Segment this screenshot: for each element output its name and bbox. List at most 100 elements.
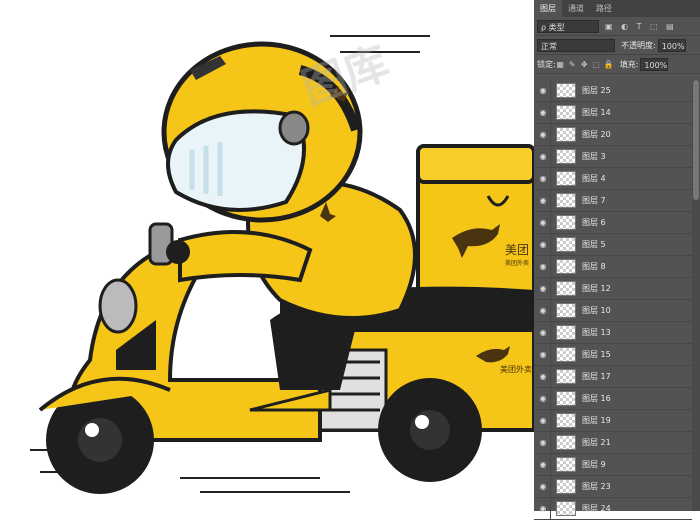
divider: [550, 453, 551, 476]
scrollbar-thumb[interactable]: [693, 80, 699, 200]
layer-row[interactable]: ◉ 图层 14: [534, 101, 692, 124]
visibility-eye-icon[interactable]: ◉: [536, 350, 550, 359]
lock-position-icon[interactable]: ✥: [580, 60, 589, 69]
visibility-eye-icon[interactable]: ◉: [536, 262, 550, 271]
layer-thumbnail: [556, 105, 576, 120]
layer-thumbnail: [556, 501, 576, 516]
layer-name: 图层 10: [582, 306, 611, 315]
filter-icons[interactable]: ▣ ◐ T ⬚ ▤: [605, 22, 677, 31]
tab-paths[interactable]: 路径: [590, 0, 618, 17]
visibility-eye-icon[interactable]: ◉: [536, 284, 550, 293]
lock-row: 锁定: ▦ ✎ ✥ ⬚ 🔒 填充: 100%: [534, 55, 700, 74]
layer-row[interactable]: ◉ 图层 10: [534, 299, 692, 322]
blend-mode-select[interactable]: 正常: [537, 38, 615, 52]
layer-name: 图层 23: [582, 482, 611, 491]
box-brand-text: 美团: [505, 243, 529, 257]
layer-thumbnail: [556, 347, 576, 362]
visibility-eye-icon[interactable]: ◉: [536, 416, 550, 425]
layer-row[interactable]: ◉ 图层 6: [534, 211, 692, 234]
visibility-eye-icon[interactable]: ◉: [536, 240, 550, 249]
lock-label: 锁定:: [537, 59, 556, 69]
layer-name: 图层 9: [582, 460, 606, 469]
layer-scrollbar[interactable]: [692, 80, 700, 511]
visibility-eye-icon[interactable]: ◉: [536, 152, 550, 161]
canvas[interactable]: 美团 美团外卖 美团外卖 图库: [0, 0, 534, 511]
layers-panel: 图层 通道 路径 ρ 类型 ▣ ◐ T ⬚ ▤ 正常 不透明度: 100% 锁定…: [534, 0, 700, 520]
visibility-eye-icon[interactable]: ◉: [536, 196, 550, 205]
divider: [550, 123, 551, 146]
lock-all-icon[interactable]: 🔒: [604, 60, 614, 69]
layer-name: 图层 4: [582, 174, 606, 183]
layer-name: 图层 7: [582, 196, 606, 205]
visibility-eye-icon[interactable]: ◉: [536, 460, 550, 469]
visibility-eye-icon[interactable]: ◉: [536, 174, 550, 183]
layer-name: 图层 3: [582, 152, 606, 161]
layer-row[interactable]: ◉ 图层 5: [534, 233, 692, 256]
layer-thumbnail: [556, 259, 576, 274]
visibility-eye-icon[interactable]: ◉: [536, 504, 550, 513]
visibility-eye-icon[interactable]: ◉: [536, 218, 550, 227]
layer-row[interactable]: ◉ 图层 23: [534, 475, 692, 498]
visibility-eye-icon[interactable]: ◉: [536, 394, 550, 403]
layer-row[interactable]: ◉ 图层 20: [534, 123, 692, 146]
tab-channels[interactable]: 通道: [562, 0, 590, 17]
layer-thumbnail: [556, 303, 576, 318]
divider: [550, 431, 551, 454]
divider: [550, 101, 551, 124]
lock-artboard-icon[interactable]: ⬚: [592, 60, 601, 69]
divider: [550, 277, 551, 300]
layer-row[interactable]: ◉ 图层 3: [534, 145, 692, 168]
layer-row[interactable]: ◉ 图层 24: [534, 497, 692, 520]
layer-name: 图层 19: [582, 416, 611, 425]
visibility-eye-icon[interactable]: ◉: [536, 108, 550, 117]
layer-name: 图层 13: [582, 328, 611, 337]
layer-row[interactable]: ◉ 图层 12: [534, 277, 692, 300]
layer-thumbnail: [556, 171, 576, 186]
layer-row[interactable]: ◉ 图层 15: [534, 343, 692, 366]
opacity-field[interactable]: 100%: [657, 38, 686, 52]
visibility-eye-icon[interactable]: ◉: [536, 372, 550, 381]
layer-row[interactable]: ◉ 图层 8: [534, 255, 692, 278]
fill-field[interactable]: 100%: [640, 57, 669, 71]
layer-row[interactable]: ◉ 图层 17: [534, 365, 692, 388]
lock-pixels-icon[interactable]: ✎: [568, 60, 577, 69]
filter-kind-select[interactable]: ρ 类型: [537, 19, 599, 33]
visibility-eye-icon[interactable]: ◉: [536, 86, 550, 95]
layer-row[interactable]: ◉ 图层 21: [534, 431, 692, 454]
layer-name: 图层 12: [582, 284, 611, 293]
layer-name: 图层 6: [582, 218, 606, 227]
visibility-eye-icon[interactable]: ◉: [536, 438, 550, 447]
divider: [550, 497, 551, 520]
layer-row[interactable]: ◉ 图层 16: [534, 387, 692, 410]
blend-row: 正常 不透明度: 100%: [534, 36, 700, 55]
visibility-eye-icon[interactable]: ◉: [536, 482, 550, 491]
layer-row[interactable]: ◉ 图层 9: [534, 453, 692, 476]
visibility-eye-icon[interactable]: ◉: [536, 306, 550, 315]
layer-thumbnail: [556, 391, 576, 406]
layer-row[interactable]: ◉ 图层 25: [534, 79, 692, 102]
divider: [550, 299, 551, 322]
layer-name: 图层 8: [582, 262, 606, 271]
layer-name: 图层 15: [582, 350, 611, 359]
layer-row[interactable]: ◉ 图层 4: [534, 167, 692, 190]
divider: [550, 409, 551, 432]
layer-thumbnail: [556, 281, 576, 296]
layer-thumbnail: [556, 215, 576, 230]
lock-transparent-icon[interactable]: ▦: [556, 60, 565, 69]
layer-row[interactable]: ◉ 图层 19: [534, 409, 692, 432]
layer-name: 图层 16: [582, 394, 611, 403]
tab-layers[interactable]: 图层: [534, 0, 562, 17]
side-brand-text: 美团外卖: [500, 364, 532, 374]
divider: [550, 79, 551, 102]
layer-row[interactable]: ◉ 图层 13: [534, 321, 692, 344]
layer-name: 图层 25: [582, 86, 611, 95]
layer-row[interactable]: ◉ 图层 7: [534, 189, 692, 212]
visibility-eye-icon[interactable]: ◉: [536, 130, 550, 139]
visibility-eye-icon[interactable]: ◉: [536, 328, 550, 337]
opacity-label: 不透明度:: [621, 40, 656, 50]
divider: [550, 475, 551, 498]
layer-thumbnail: [556, 149, 576, 164]
panel-tabs: 图层 通道 路径: [534, 0, 700, 17]
layer-name: 图层 24: [582, 504, 611, 513]
layer-name: 图层 14: [582, 108, 611, 117]
